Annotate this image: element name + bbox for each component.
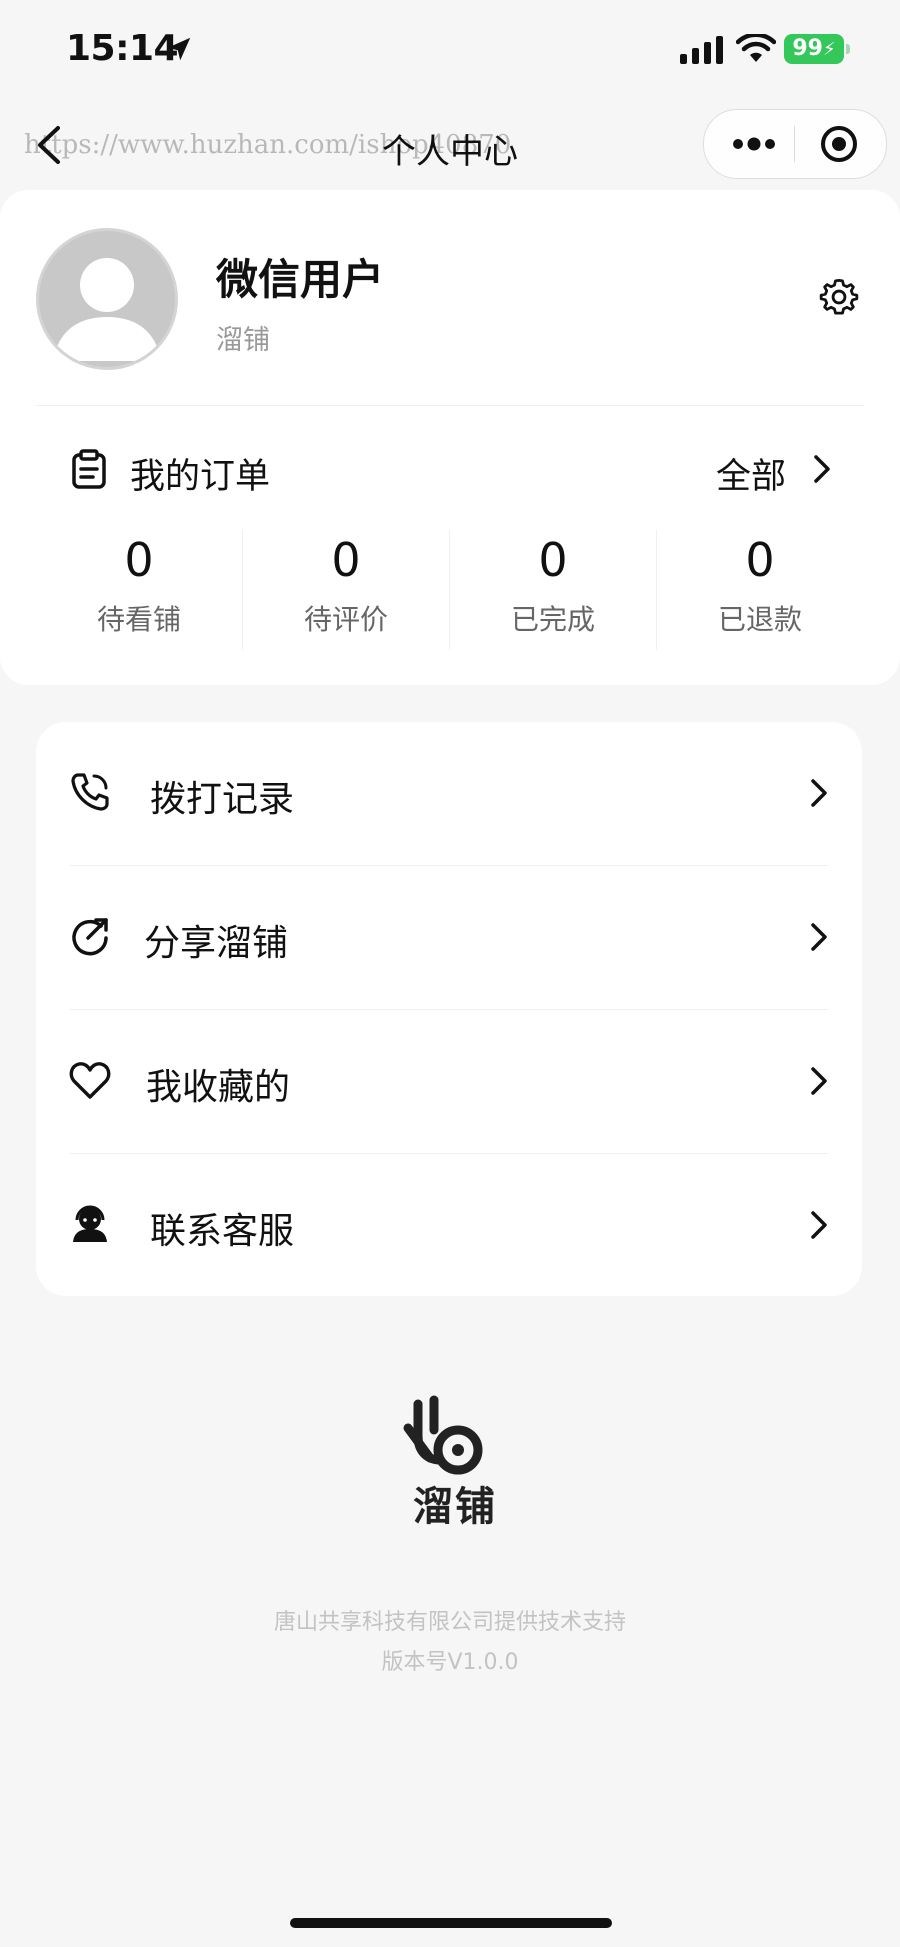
more-dots-icon[interactable] <box>724 124 784 164</box>
tech-support-text: 唐山共享科技有限公司提供技术支持 <box>273 1610 626 1635</box>
version-text: 版本号V1.0.0 <box>381 1650 519 1675</box>
menu-item-label: 分享溜铺 <box>144 923 289 964</box>
order-stat-pending-view[interactable]: 0 待看铺 <box>36 530 242 650</box>
battery-level: 99 <box>792 36 823 61</box>
menu-card: 拨打记录 分享溜铺 我收藏的 联系客服 <box>36 722 862 1296</box>
avatar[interactable] <box>36 228 178 370</box>
orders-title: 我的订单 <box>130 457 271 497</box>
menu-item-favorites[interactable]: 我收藏的 <box>36 1010 862 1153</box>
profile-divider <box>36 405 864 406</box>
stat-label: 已完成 <box>510 603 595 636</box>
close-target-icon[interactable] <box>808 124 870 164</box>
order-stat-pending-review[interactable]: 0 待评价 <box>243 530 449 650</box>
menu-item-call-records[interactable]: 拨打记录 <box>36 722 862 865</box>
back-chevron-icon[interactable] <box>30 122 66 168</box>
home-indicator[interactable] <box>290 1918 612 1928</box>
gear-icon[interactable] <box>818 276 860 318</box>
stat-count: 0 <box>331 533 361 587</box>
order-stat-completed[interactable]: 0 已完成 <box>450 530 656 650</box>
user-name: 微信用户 <box>216 255 385 304</box>
default-avatar-icon <box>53 258 161 361</box>
brand-logo-text: 溜铺 <box>413 1484 497 1530</box>
menu-item-label: 拨打记录 <box>150 779 295 820</box>
status-time: 15:14 <box>66 28 179 69</box>
brand-logo: 溜铺 <box>400 1394 510 1534</box>
battery-tip <box>846 44 850 54</box>
menu-item-label: 联系客服 <box>150 1211 295 1252</box>
stat-label: 待评价 <box>303 603 388 636</box>
cellular-signal-icon <box>680 36 723 64</box>
chevron-right-icon <box>811 923 827 951</box>
order-stat-refunded[interactable]: 0 已退款 <box>657 530 863 650</box>
battery-indicator: 99⚡ <box>784 34 844 64</box>
stat-label: 待看铺 <box>96 603 181 636</box>
wifi-icon <box>736 34 776 62</box>
menu-item-share[interactable]: 分享溜铺 <box>36 866 862 1009</box>
menu-item-label: 我收藏的 <box>146 1067 291 1108</box>
share-icon <box>72 918 108 956</box>
mini-program-capsule <box>703 109 887 179</box>
location-arrow-icon <box>167 37 191 61</box>
stat-count: 0 <box>538 533 568 587</box>
clipboard-icon <box>72 449 106 489</box>
stat-count: 0 <box>124 533 154 587</box>
user-subtitle: 溜铺 <box>216 325 270 356</box>
phone-icon <box>71 773 109 811</box>
customer-service-icon <box>73 1205 107 1242</box>
chevron-right-icon <box>811 1067 827 1095</box>
stat-label: 已退款 <box>717 603 802 636</box>
chevron-right-icon <box>811 779 827 807</box>
orders-all-link[interactable]: 全部 <box>716 448 786 499</box>
stat-count: 0 <box>745 533 775 587</box>
menu-item-customer-service[interactable]: 联系客服 <box>36 1154 862 1297</box>
chevron-right-icon <box>811 1211 827 1239</box>
capsule-divider <box>794 126 795 162</box>
heart-icon <box>69 1062 111 1099</box>
chevron-right-icon[interactable] <box>808 452 836 486</box>
watermark: https://www.huzhan.com/ishop40870 <box>24 130 512 160</box>
